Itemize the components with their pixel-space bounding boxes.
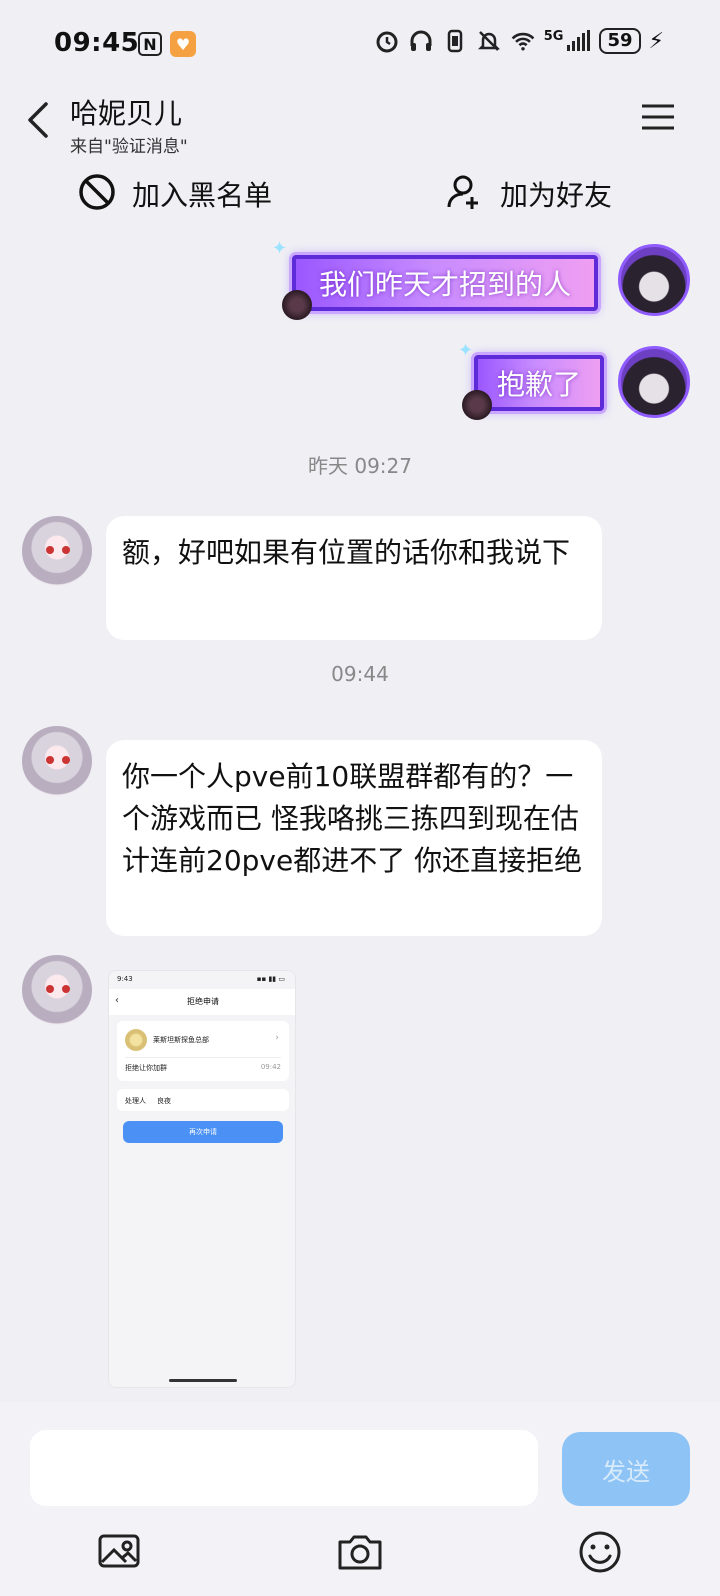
photo-icon[interactable] <box>96 1528 144 1576</box>
screenshot-status-icons: ▪▪ ▮▮ ▭ <box>256 975 285 983</box>
incoming-message[interactable]: 额，好吧如果有位置的话你和我说下 <box>106 516 602 640</box>
send-button[interactable]: 发送 <box>562 1432 690 1506</box>
camera-icon[interactable] <box>336 1528 384 1576</box>
charging-icon: ⚡ <box>648 28 664 54</box>
screenshot-reject-time: 09:42 <box>260 1063 281 1071</box>
screenshot-group-card: 莱斯坦斯探鱼总部 › 拒绝让你加群 09:42 <box>117 1021 289 1081</box>
battery-icon: 59 <box>599 28 641 54</box>
screenshot-handler-label: 处理人 <box>125 1097 146 1105</box>
screenshot-chevron-icon: › <box>275 1033 279 1043</box>
screenshot-handler-card: 处理人 良夜 <box>117 1089 289 1111</box>
screenshot-divider <box>125 1057 281 1058</box>
message-input[interactable] <box>30 1430 538 1506</box>
message-timestamp: 09:44 <box>331 662 389 686</box>
vibrate-icon <box>442 28 468 54</box>
block-icon <box>78 173 116 215</box>
network-type: 5G <box>543 28 564 44</box>
add-user-icon <box>446 173 484 215</box>
screenshot-group-name: 莱斯坦斯探鱼总部 <box>153 1036 209 1044</box>
chat-subtitle: 来自"验证消息" <box>70 137 188 157</box>
peer-avatar[interactable] <box>22 726 92 796</box>
self-avatar[interactable] <box>618 244 690 316</box>
screenshot-group-avatar <box>125 1029 147 1051</box>
outgoing-message[interactable]: 我们昨天才招到的人 <box>292 255 598 311</box>
add-to-blacklist-button[interactable]: 加入黑名单 <box>78 172 272 216</box>
peer-avatar[interactable] <box>22 516 92 586</box>
status-bar: 09:45 N ♥ 5G 59 ⚡ <box>0 0 720 90</box>
image-message[interactable]: 9:43 ▪▪ ▮▮ ▭ ‹ 拒绝申请 莱斯坦斯探鱼总部 › 拒绝让你加群 09… <box>108 970 296 1388</box>
sparkle-icon: ✦ <box>272 238 288 259</box>
screenshot-status-time: 9:43 <box>117 975 133 983</box>
back-icon[interactable] <box>22 100 58 140</box>
self-avatar[interactable] <box>618 346 690 418</box>
screenshot-header: ‹ 拒绝申请 <box>109 989 295 1015</box>
status-icons: 5G 59 ⚡ <box>374 28 664 54</box>
add-to-blacklist-label: 加入黑名单 <box>132 179 273 212</box>
screenshot-reapply-button: 再次申请 <box>123 1121 283 1143</box>
screenshot-title: 拒绝申请 <box>187 997 219 1006</box>
screenshot-reject-text: 拒绝让你加群 <box>125 1064 167 1072</box>
signal-icon <box>565 28 591 54</box>
outgoing-message[interactable]: 抱歉了 <box>474 355 604 411</box>
screenshot-handler-name: 良夜 <box>157 1097 171 1105</box>
alarm-icon <box>374 28 400 54</box>
bubble-decoration-icon <box>462 390 492 420</box>
sparkle-icon: ✦ <box>458 340 474 361</box>
headphones-icon <box>408 28 434 54</box>
peer-avatar[interactable] <box>22 955 92 1025</box>
mute-icon <box>476 28 502 54</box>
emoji-icon[interactable] <box>576 1528 624 1576</box>
wifi-icon <box>510 28 536 54</box>
nfc-icon: N <box>138 32 162 56</box>
add-friend-label: 加为好友 <box>500 179 613 212</box>
incoming-message[interactable]: 你一个人pve前10联盟群都有的？一个游戏而已 怪我咯挑三拣四到现在估计连前20… <box>106 740 602 936</box>
message-timestamp: 昨天 09:27 <box>308 454 412 478</box>
app-badge-icon: ♥ <box>170 31 196 57</box>
menu-icon[interactable] <box>640 102 676 132</box>
add-friend-button[interactable]: 加为好友 <box>446 172 612 216</box>
status-time: 09:45 <box>54 28 140 58</box>
bubble-decoration-icon <box>282 290 312 320</box>
screenshot-home-bar <box>169 1379 237 1382</box>
chat-title: 哈妮贝儿 <box>70 97 183 130</box>
